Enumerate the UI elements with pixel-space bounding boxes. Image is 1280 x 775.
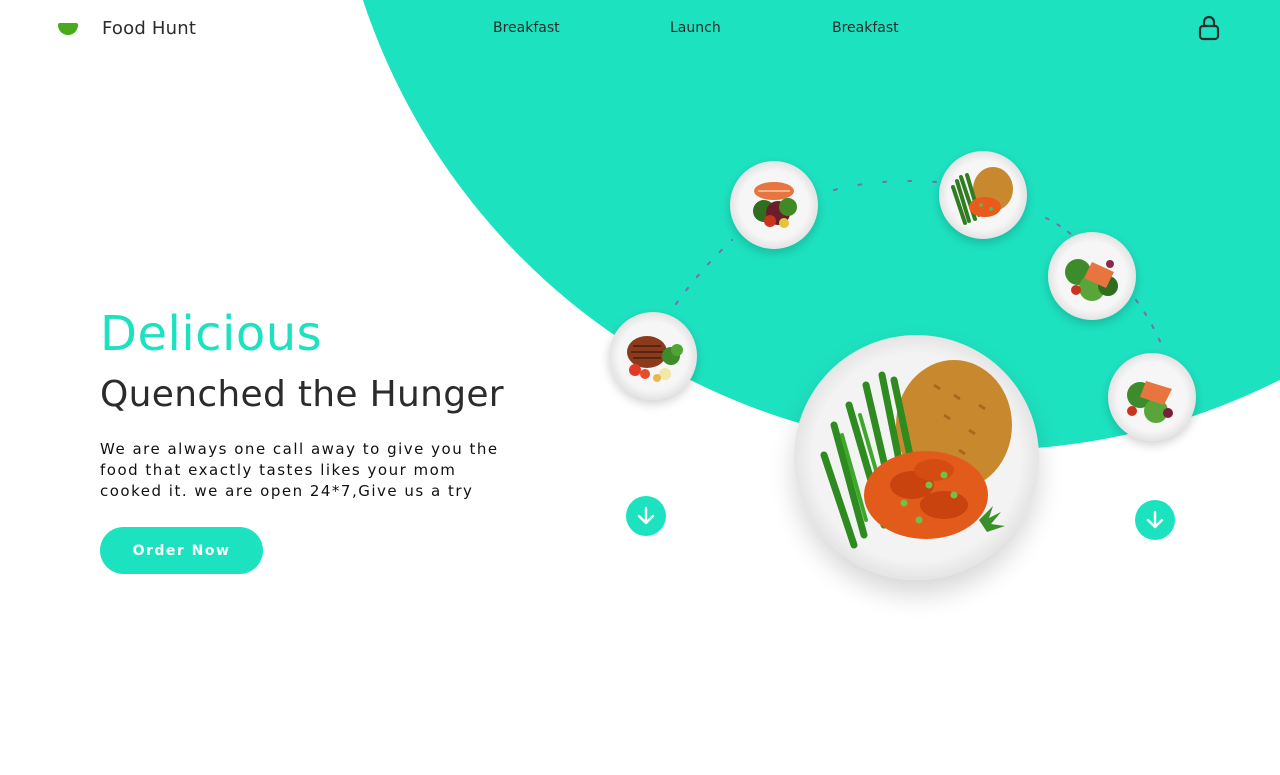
dish-chicken-beans-thumbnail[interactable] [939,151,1027,239]
dish-steak-thumbnail[interactable] [609,312,697,400]
dish-salmon-salad-thumbnail[interactable] [730,161,818,249]
carousel-prev-button[interactable] [626,496,666,536]
landing-page: Food Hunt Breakfast Launch Breakfast Del… [0,0,1280,775]
dish-salmon-salad-2-thumbnail[interactable] [1108,353,1196,441]
featured-dish-image [794,335,1039,580]
dish-salmon-greens-thumbnail[interactable] [1048,232,1136,320]
arrow-down-icon [1146,510,1164,529]
arrow-down-icon [637,506,655,525]
carousel-next-button[interactable] [1135,500,1175,540]
